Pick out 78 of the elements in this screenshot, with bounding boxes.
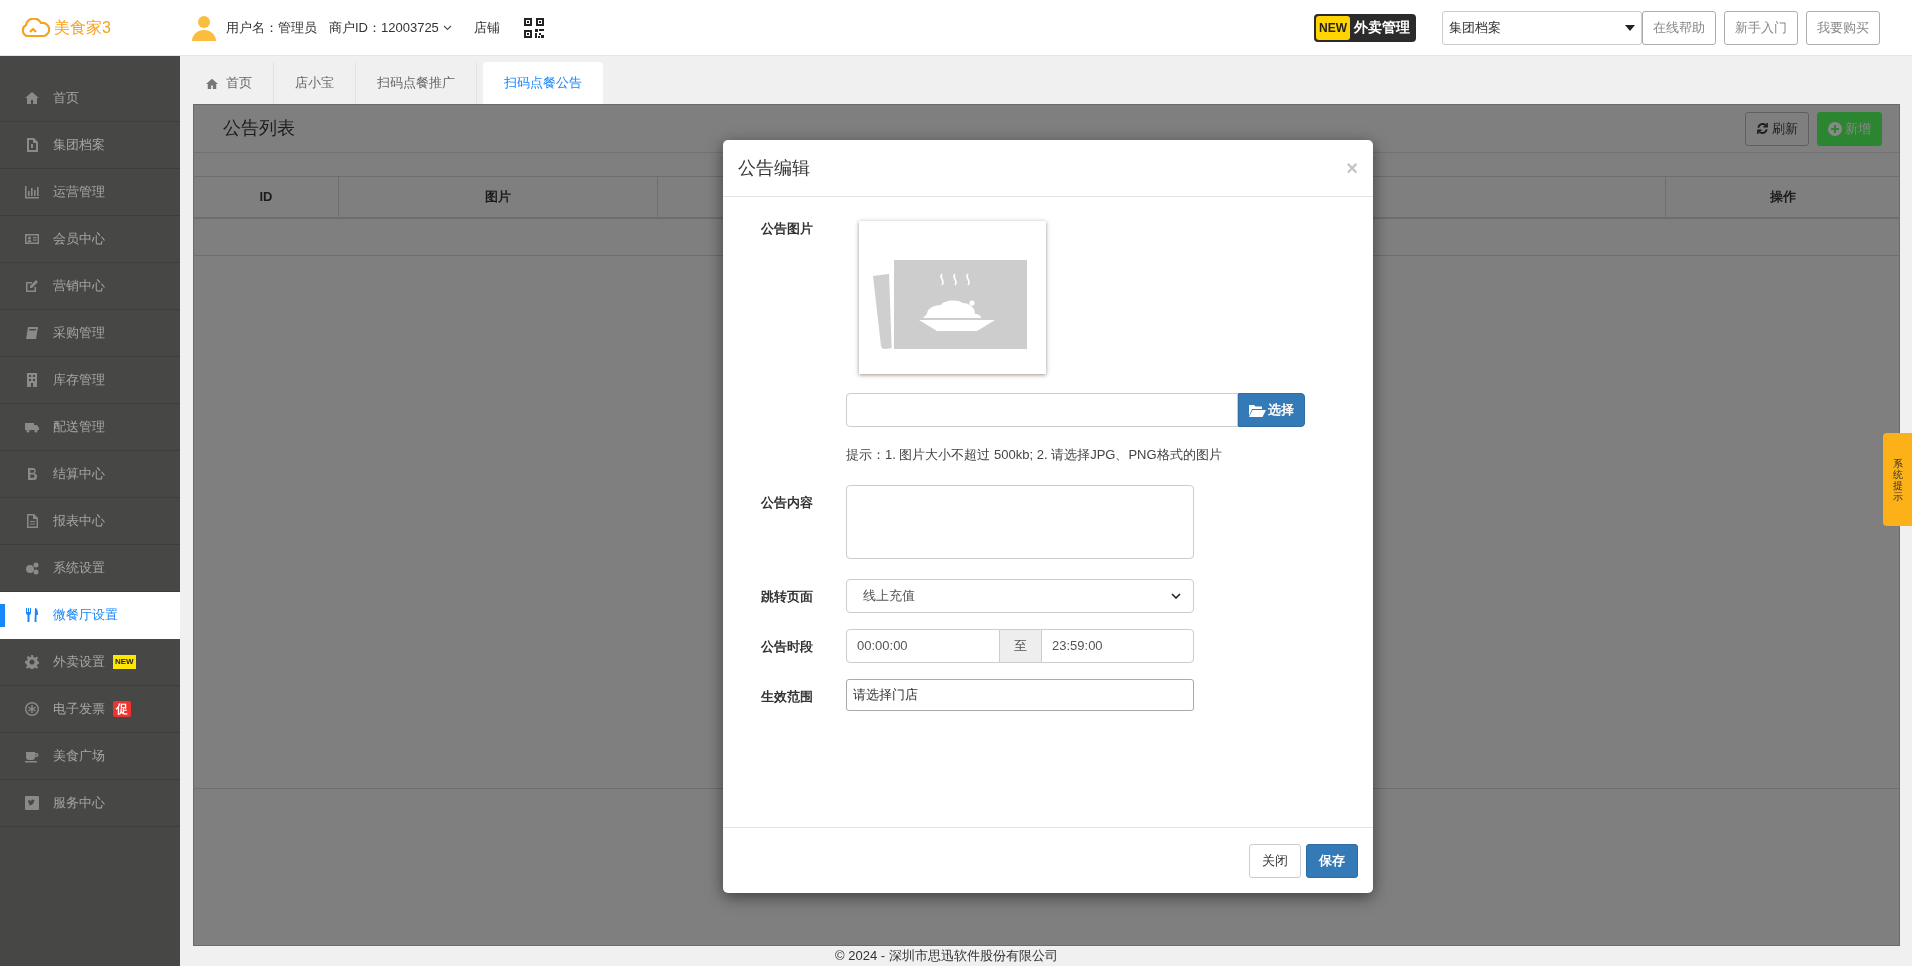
sidebar-item[interactable]: 电子发票 促: [0, 686, 180, 733]
file-path-input[interactable]: [846, 393, 1238, 427]
start-time-input[interactable]: 00:00:00: [846, 628, 1000, 663]
end-time-input[interactable]: 23:59:00: [1041, 628, 1194, 663]
promo-label: 外卖管理: [1354, 18, 1410, 37]
sidebar-item[interactable]: 采购管理: [0, 310, 180, 357]
plus-circle-icon: [1828, 121, 1842, 136]
book-icon: [25, 326, 39, 340]
id-card-icon: [25, 232, 39, 246]
logo-text: 美食家3: [54, 17, 111, 38]
merchant-id-dropdown[interactable]: 商户ID：12003725: [329, 17, 452, 38]
header-button[interactable]: 在线帮助: [1642, 10, 1716, 45]
sidebar-badge: 促: [113, 701, 131, 717]
system-tips-tab[interactable]: 系统提示: [1883, 433, 1912, 526]
choose-file-button[interactable]: 选择: [1238, 393, 1305, 427]
username-label: 用户名：管理员: [226, 18, 317, 37]
home-icon: [206, 77, 218, 89]
redirect-page-select[interactable]: 线上充值: [846, 578, 1194, 613]
field-label: 公告时段: [760, 637, 814, 656]
sidebar-item[interactable]: 营销中心: [0, 263, 180, 310]
truck-icon: [25, 420, 39, 434]
content-textarea[interactable]: [846, 484, 1194, 559]
sidebar-item[interactable]: 运营管理: [0, 169, 180, 216]
header-button[interactable]: 新手入门: [1724, 10, 1798, 45]
file-icon: [25, 138, 39, 152]
sidebar-item[interactable]: 配送管理: [0, 404, 180, 451]
panel-title: 公告列表: [223, 117, 295, 140]
sidebar-item[interactable]: 结算中心: [0, 451, 180, 498]
field-label: 公告图片: [760, 220, 814, 238]
store-link[interactable]: 店铺: [473, 17, 500, 38]
sidebar-item[interactable]: 美食广场: [0, 733, 180, 780]
sidebar-item[interactable]: 集团档案: [0, 122, 180, 169]
modal-title: 公告编辑: [738, 156, 810, 180]
refresh-button[interactable]: 刷新: [1745, 111, 1809, 146]
close-dialog-button[interactable]: 关闭: [1249, 843, 1301, 878]
column-header: 图片: [339, 177, 658, 217]
field-label: 生效范围: [760, 687, 814, 706]
hint-text: 提示：1. 图片大小不超过 500kb; 2. 请选择JPG、PNG格式的图片: [846, 446, 1223, 464]
gear-icon: [25, 655, 39, 669]
sidebar-item[interactable]: 服务中心: [0, 780, 180, 827]
sidebar-badge: NEW: [113, 655, 136, 669]
circle-icon: [25, 702, 39, 716]
new-tag: NEW: [1316, 15, 1350, 40]
sidebar-item[interactable]: 库存管理: [0, 357, 180, 404]
sidebar-item[interactable]: 报表中心: [0, 498, 180, 545]
copyright-text: © 2024 - 深圳市思迅软件股份有限公司: [835, 947, 1058, 966]
header-button[interactable]: 我要购买: [1806, 10, 1880, 45]
group-select[interactable]: 集团档案: [1442, 10, 1642, 45]
gears-icon: [25, 561, 39, 575]
sidebar-item[interactable]: 外卖设置 NEW: [0, 639, 180, 686]
folder-icon: [1249, 403, 1266, 417]
document-icon: [25, 514, 39, 528]
promo-badge[interactable]: NEW 外卖管理: [1314, 13, 1416, 42]
range-separator: 至: [1000, 628, 1041, 663]
cup-icon: [25, 749, 39, 763]
sidebar-item[interactable]: 微餐厅设置: [0, 592, 180, 639]
sidebar-item[interactable]: 会员中心: [0, 216, 180, 263]
chevron-down-icon: [1171, 592, 1181, 599]
bar-chart-icon: [25, 185, 39, 199]
qr-code-icon[interactable]: [523, 17, 544, 38]
building-icon: [25, 373, 39, 387]
refresh-icon: [1756, 122, 1769, 135]
cloud-logo-icon: [20, 17, 50, 38]
sidebar-item[interactable]: 首页: [0, 75, 180, 122]
edit-icon: [25, 279, 39, 293]
user-avatar-icon: [192, 14, 216, 41]
active-indicator: [0, 604, 5, 627]
chevron-down-icon: [442, 24, 452, 31]
column-header: 操作: [1768, 188, 1797, 207]
field-label: 公告内容: [760, 493, 814, 512]
fork-knife-icon: [25, 608, 39, 622]
field-label: 跳转页面: [760, 587, 814, 606]
caret-icon: [1625, 24, 1635, 31]
column-header: ID: [194, 177, 339, 217]
page-tab[interactable]: 扫码点餐公告: [483, 62, 603, 104]
home-icon: [25, 91, 39, 105]
save-button[interactable]: 保存: [1306, 843, 1358, 878]
store-scope-input[interactable]: 请选择门店: [846, 678, 1194, 711]
